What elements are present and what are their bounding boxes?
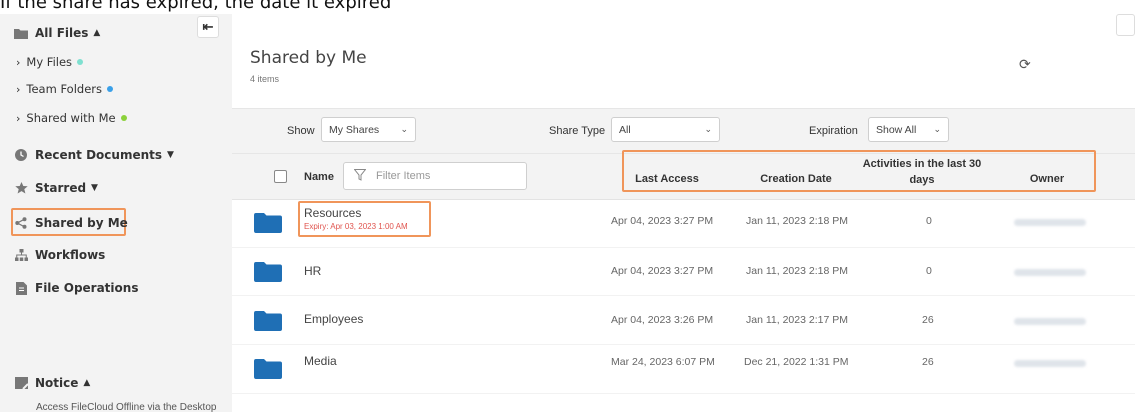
caption-text: If the share has expired, the date it ex…	[0, 0, 392, 13]
status-dot	[107, 86, 113, 92]
row-activities: 0	[926, 215, 932, 227]
folder-icon	[254, 213, 282, 233]
table-row[interactable]: Resources Expiry: Apr 03, 2023 1:00 AM A…	[232, 200, 1135, 248]
star-icon	[14, 182, 28, 194]
row-name[interactable]: HR	[304, 264, 321, 278]
folder-icon	[254, 262, 282, 282]
collapse-left-icon[interactable]: ⇤	[197, 16, 219, 38]
column-header-last-access[interactable]: Last Access	[628, 171, 706, 187]
show-select[interactable]: My Shares ⌄	[321, 117, 416, 142]
sidebar-item-label: Team Folders	[26, 82, 102, 96]
sidebar-item-shared-with-me[interactable]: › Shared with Me	[16, 111, 127, 125]
expiration-select-value: Show All	[876, 123, 917, 136]
table-row[interactable]: Media Mar 24, 2023 6:07 PM Dec 21, 2022 …	[232, 346, 1135, 394]
sidebar-item-notice[interactable]: Notice ▲	[14, 376, 90, 390]
row-last-access: Apr 04, 2023 3:27 PM	[611, 215, 714, 227]
sidebar-item-label: Starred	[35, 181, 87, 195]
row-owner-redacted	[1014, 219, 1086, 226]
sidebar-item-recent-documents[interactable]: Recent Documents ▼	[14, 148, 174, 162]
sidebar-item-my-files[interactable]: › My Files	[16, 55, 84, 69]
sidebar-item-label: My Files	[26, 55, 73, 69]
notice-icon	[14, 377, 28, 389]
select-all-checkbox[interactable]	[274, 170, 287, 183]
table-row[interactable]: HR Apr 04, 2023 3:27 PM Jan 11, 2023 2:1…	[232, 248, 1135, 296]
notice-text: Access FileCloud Offline via the Desktop	[36, 402, 217, 412]
table-header: Name Filter Items Last Access Creation D…	[232, 150, 1135, 200]
chevron-down-icon: ⌄	[704, 124, 712, 134]
sidebar-item-file-operations[interactable]: File Operations	[14, 281, 138, 295]
row-name[interactable]: Media	[304, 354, 337, 368]
row-owner-redacted	[1014, 269, 1086, 276]
row-name[interactable]: Resources	[304, 206, 361, 220]
caret-up-icon: ▲	[93, 28, 101, 38]
row-activities: 26	[922, 356, 934, 368]
sidebar: ⇤ All Files ▲ › My Files › Team Folders …	[0, 14, 232, 412]
column-header-owner[interactable]: Owner	[1017, 171, 1077, 187]
sidebar-item-label: All Files	[35, 26, 89, 40]
filter-icon	[353, 168, 367, 184]
filter-items-input[interactable]: Filter Items	[343, 162, 527, 190]
caret-down-icon: ▼	[167, 150, 174, 160]
row-creation-date: Jan 11, 2023 2:18 PM	[746, 265, 848, 277]
column-header-activities[interactable]: Activities in the last 30 days	[858, 156, 986, 188]
show-label: Show	[287, 125, 315, 137]
share-type-select-value: All	[619, 123, 631, 136]
share-icon	[14, 217, 28, 229]
sidebar-item-workflows[interactable]: Workflows	[14, 248, 105, 262]
sidebar-item-label: File Operations	[35, 281, 139, 295]
row-creation-date: Jan 11, 2023 2:18 PM	[746, 215, 848, 227]
show-select-value: My Shares	[329, 123, 380, 136]
filter-bar: Show My Shares ⌄ Share Type All ⌄ Expira…	[232, 108, 1135, 154]
sidebar-item-shared-by-me[interactable]: Shared by Me	[14, 216, 128, 230]
caret-down-icon: ▼	[91, 183, 98, 193]
filter-placeholder: Filter Items	[376, 170, 431, 182]
sidebar-item-label: Notice	[35, 376, 79, 390]
file-operations-icon	[14, 281, 28, 295]
chevron-right-icon: ›	[16, 82, 21, 96]
sidebar-item-team-folders[interactable]: › Team Folders	[16, 82, 113, 96]
chevron-down-icon: ⌄	[400, 124, 408, 134]
page-title: Shared by Me	[250, 48, 367, 68]
sidebar-item-label: Shared with Me	[26, 111, 116, 125]
workflow-icon	[14, 249, 28, 261]
expiration-select[interactable]: Show All ⌄	[868, 117, 949, 142]
status-dot	[77, 59, 84, 65]
row-name[interactable]: Employees	[304, 312, 363, 326]
row-owner-redacted	[1014, 318, 1086, 325]
item-count: 4 items	[250, 74, 280, 84]
main-panel: Shared by Me 4 items ⟳ Show My Shares ⌄ …	[232, 14, 1135, 412]
sidebar-item-label: Workflows	[35, 248, 106, 262]
sidebar-item-label: Shared by Me	[35, 216, 128, 230]
refresh-icon[interactable]: ⟳	[1019, 56, 1031, 73]
sidebar-item-label: Recent Documents	[35, 148, 163, 162]
status-dot	[120, 115, 127, 121]
folder-icon	[14, 27, 28, 39]
caret-up-icon: ▲	[83, 378, 91, 388]
folder-icon	[254, 359, 282, 379]
row-activities: 0	[926, 265, 932, 277]
corner-button[interactable]	[1116, 14, 1135, 36]
row-creation-date: Jan 11, 2023 2:17 PM	[746, 314, 848, 326]
sidebar-item-all-files[interactable]: All Files ▲	[14, 26, 100, 40]
row-last-access: Apr 04, 2023 3:27 PM	[611, 265, 714, 277]
row-last-access: Apr 04, 2023 3:26 PM	[611, 314, 714, 326]
screen: If the share has expired, the date it ex…	[0, 0, 1135, 412]
share-type-label: Share Type	[549, 125, 606, 137]
folder-icon	[254, 311, 282, 331]
share-type-select[interactable]: All ⌄	[611, 117, 720, 142]
row-owner-redacted	[1014, 360, 1086, 367]
row-creation-date: Dec 21, 2022 1:31 PM	[744, 356, 849, 368]
sidebar-item-starred[interactable]: Starred ▼	[14, 181, 98, 195]
row-activities: 26	[922, 314, 934, 326]
chevron-right-icon: ›	[16, 111, 21, 125]
clock-icon	[14, 149, 28, 161]
row-last-access: Mar 24, 2023 6:07 PM	[611, 356, 715, 368]
column-header-creation-date[interactable]: Creation Date	[746, 171, 846, 187]
chevron-right-icon: ›	[16, 55, 21, 69]
column-header-name[interactable]: Name	[304, 171, 334, 183]
table-row[interactable]: Employees Apr 04, 2023 3:26 PM Jan 11, 2…	[232, 297, 1135, 345]
expiration-label: Expiration	[809, 125, 858, 137]
row-expiry: Expiry: Apr 03, 2023 1:00 AM	[304, 222, 408, 231]
chevron-down-icon: ⌄	[933, 124, 941, 134]
